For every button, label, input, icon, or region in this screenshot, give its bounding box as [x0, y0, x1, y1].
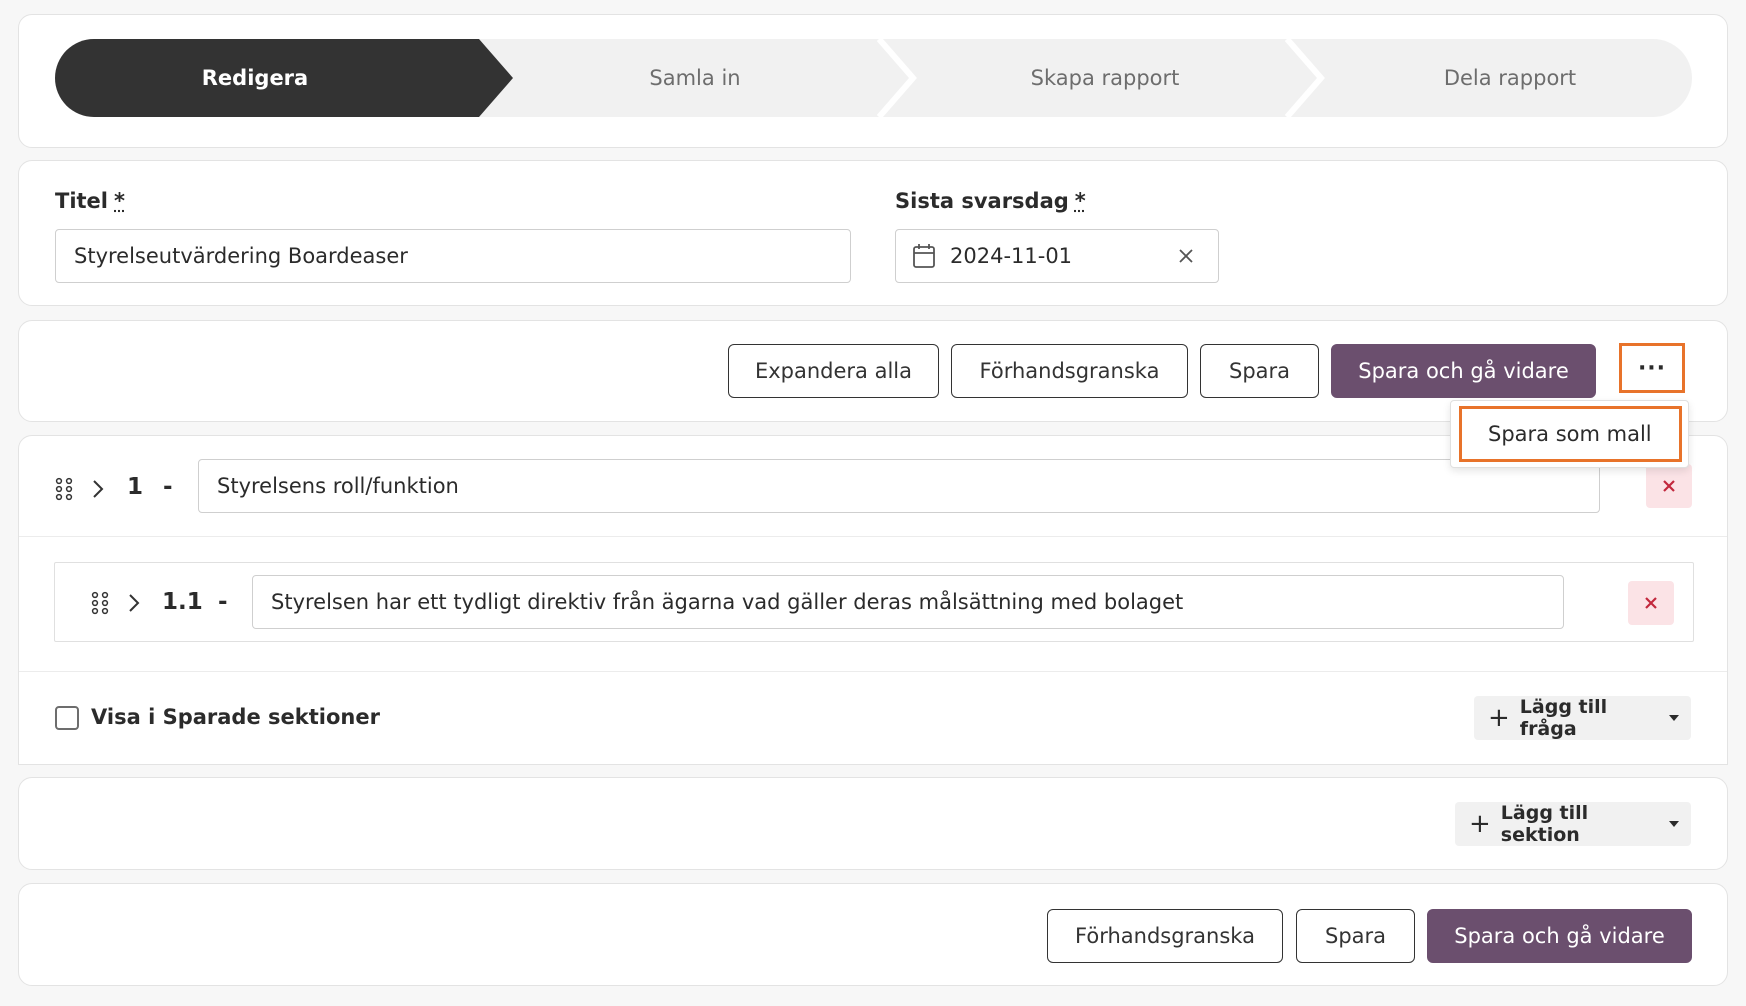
add-section-button[interactable]: + Lägg till sektion [1455, 802, 1691, 846]
title-input[interactable]: Styrelseutvärdering Boardeaser [55, 229, 851, 283]
show-in-saved-sections-label: Visa i Sparade sektioner [91, 705, 380, 729]
step-redigera[interactable]: Redigera [55, 39, 475, 117]
progress-stepper-card: Redigera Samla in Skapa rapport Dela rap… [18, 14, 1728, 148]
more-options-menu: Spara som mall [1450, 400, 1689, 468]
deadline-label-text: Sista svarsdag [895, 189, 1069, 213]
footer-preview-button[interactable]: Förhandsgranska [1047, 909, 1283, 963]
divider [19, 671, 1727, 672]
divider [19, 536, 1727, 537]
deadline-value: 2024-11-01 [950, 244, 1073, 268]
calendar-icon[interactable] [912, 243, 936, 269]
required-marker: * [1074, 189, 1086, 213]
footer-save-and-continue-button[interactable]: Spara och gå vidare [1427, 909, 1692, 963]
save-button[interactable]: Spara [1200, 344, 1319, 398]
footer-actions-card: Förhandsgranska Spara Spara och gå vidar… [18, 883, 1728, 986]
step-skapa-rapport[interactable]: Skapa rapport [920, 39, 1290, 117]
clear-date-icon[interactable] [1178, 248, 1194, 264]
plus-icon: + [1488, 703, 1510, 733]
add-section-label: Lägg till sektion [1500, 802, 1589, 846]
section-dash: - [163, 474, 173, 500]
question-number: 1.1 [162, 589, 203, 615]
close-icon [1645, 597, 1657, 609]
section-card: 1 - Styrelsens roll/funktion 1.1 - Styre… [18, 435, 1728, 765]
close-icon [1663, 480, 1675, 492]
drag-handle-icon[interactable] [55, 477, 73, 501]
section-title-value: Styrelsens roll/funktion [217, 474, 459, 498]
save-and-continue-button[interactable]: Spara och gå vidare [1331, 344, 1596, 398]
question-row: 1.1 - Styrelsen har ett tydligt direktiv… [54, 562, 1694, 642]
step-samla-in[interactable]: Samla in [515, 39, 875, 117]
add-question-button[interactable]: + Lägg till fråga [1474, 696, 1691, 740]
chevron-right-icon[interactable] [91, 478, 105, 500]
section-title-input[interactable]: Styrelsens roll/funktion [198, 459, 1600, 513]
deadline-date-input[interactable]: 2024-11-01 [895, 229, 1219, 283]
add-question-label: Lägg till fråga [1519, 696, 1608, 740]
expand-all-button[interactable]: Expandera alla [728, 344, 939, 398]
more-options-button[interactable]: ··· [1619, 343, 1685, 393]
title-input-value: Styrelseutvärdering Boardeaser [74, 244, 408, 268]
survey-details-card: Titel * Styrelseutvärdering Boardeaser Si… [18, 160, 1728, 306]
caret-down-icon[interactable] [1669, 715, 1679, 721]
question-dash: - [218, 589, 228, 615]
step-arrow-1 [473, 39, 513, 117]
drag-handle-icon[interactable] [91, 591, 109, 615]
preview-button[interactable]: Förhandsgranska [951, 344, 1188, 398]
step-separator-3 [1285, 39, 1325, 117]
progress-stepper: Redigera Samla in Skapa rapport Dela rap… [55, 39, 1692, 117]
delete-question-button[interactable] [1628, 581, 1674, 625]
question-text-input[interactable]: Styrelsen har ett tydligt direktiv från … [252, 575, 1564, 629]
title-label: Titel * [55, 189, 125, 213]
section-number: 1 [127, 474, 144, 500]
title-label-text: Titel [55, 189, 109, 213]
save-as-template-menu-item[interactable]: Spara som mall [1459, 406, 1682, 462]
plus-icon: + [1469, 809, 1491, 839]
step-separator-2 [877, 39, 917, 117]
caret-down-icon[interactable] [1669, 821, 1679, 827]
add-section-card: + Lägg till sektion [18, 777, 1728, 870]
footer-save-button[interactable]: Spara [1296, 909, 1415, 963]
deadline-label: Sista svarsdag * [895, 189, 1086, 213]
chevron-right-icon[interactable] [127, 592, 141, 614]
show-in-saved-sections-checkbox[interactable] [55, 706, 79, 730]
step-dela-rapport[interactable]: Dela rapport [1330, 39, 1690, 117]
required-marker: * [114, 189, 125, 213]
delete-section-button[interactable] [1646, 464, 1692, 508]
question-text-value: Styrelsen har ett tydligt direktiv från … [271, 590, 1184, 614]
